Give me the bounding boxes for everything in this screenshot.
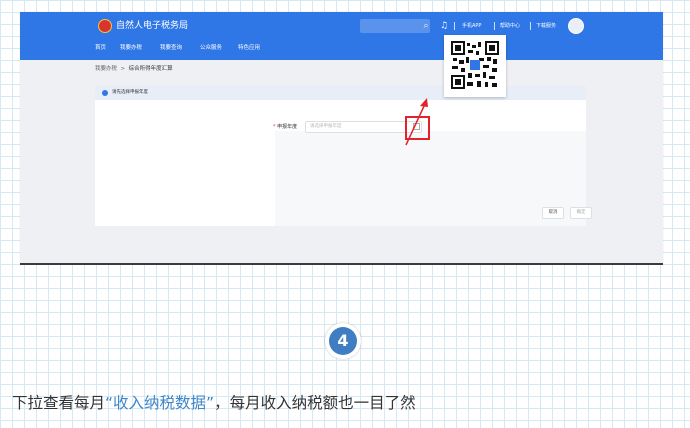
caption-text: 下拉查看每月“收入纳税数据”，每月收入纳税额也一目了然 bbox=[12, 393, 416, 413]
annotation-arrow bbox=[405, 98, 428, 146]
caption-before: 下拉查看每月 bbox=[12, 394, 106, 412]
step-number: 4 bbox=[329, 327, 357, 355]
caption-highlight: “收入纳税数据” bbox=[105, 394, 215, 412]
step-badge: 4 bbox=[325, 323, 361, 359]
qr-code-popup bbox=[444, 35, 506, 97]
caption-after: ，每月收入纳税额也一目了然 bbox=[214, 394, 416, 412]
tax-app-screenshot: 自然人电子税务局 ⌕ ♫ 手机APP 帮助中心 下载服务 首页 我要办税 我要查… bbox=[20, 12, 663, 264]
screenshot-divider bbox=[20, 263, 663, 265]
qr-code bbox=[451, 41, 499, 89]
